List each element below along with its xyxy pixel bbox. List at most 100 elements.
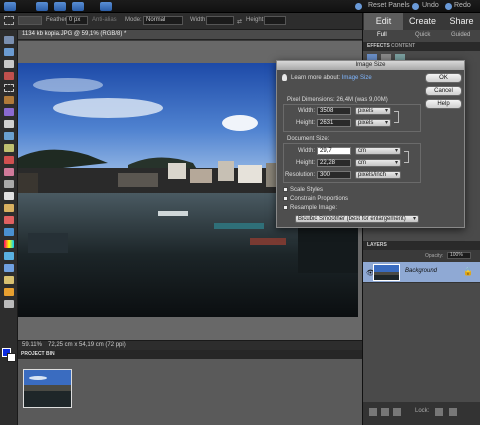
width-input[interactable]: [206, 16, 234, 25]
ok-button[interactable]: OK: [425, 73, 462, 83]
help-button[interactable]: Help: [425, 99, 462, 109]
layers-toolbar: Opacity: 100%: [363, 250, 480, 262]
selection-mode-icon[interactable]: [18, 16, 42, 25]
background-color-swatch[interactable]: [7, 353, 16, 362]
doc-width-input[interactable]: 29,7: [317, 147, 351, 155]
crop-tool-icon[interactable]: [4, 132, 14, 140]
eraser-tool-icon[interactable]: [4, 216, 14, 224]
learn-more-link[interactable]: Image Size: [342, 75, 372, 81]
height-input[interactable]: [264, 16, 286, 25]
undo-icon[interactable]: [412, 3, 419, 10]
swap-icon[interactable]: ⇄: [237, 18, 242, 25]
tab-share[interactable]: Share: [442, 13, 480, 30]
tab-create[interactable]: Create: [403, 13, 442, 30]
width-label: Width:: [190, 17, 208, 23]
mode-select[interactable]: Normal: [143, 16, 183, 25]
window-icon[interactable]: [100, 2, 112, 11]
layers-list: 👁 Background 🔒: [363, 262, 480, 402]
antialias-checkbox[interactable]: Anti-alias: [92, 17, 117, 23]
marquee-icon[interactable]: [4, 16, 14, 25]
recompose-tool-icon[interactable]: [4, 144, 14, 152]
undo-button[interactable]: Undo: [422, 2, 439, 9]
redo-button[interactable]: Redo: [454, 2, 471, 9]
opacity-label: Opacity:: [425, 253, 444, 259]
new-layer-icon[interactable]: [369, 408, 377, 416]
clone-stamp-tool-icon[interactable]: [4, 180, 14, 188]
scale-styles-check[interactable]: [283, 187, 288, 192]
pixel-height-input[interactable]: 2631: [317, 119, 351, 127]
sponge-tool-icon[interactable]: [4, 276, 14, 284]
paint-bucket-tool-icon[interactable]: [4, 228, 14, 236]
tab-guided[interactable]: Guided: [451, 32, 470, 38]
pixel-height-label: Height:: [295, 120, 315, 126]
home-icon[interactable]: [4, 2, 16, 11]
document-dimensions: 72,25 cm x 54,19 cm (72 ppi): [48, 342, 126, 348]
feather-label: Feather:: [46, 17, 69, 23]
shape-tool-icon[interactable]: [4, 252, 14, 260]
gradient-tool-icon[interactable]: [4, 240, 14, 248]
resample-method-select[interactable]: Bicubic Smoother (best for enlargement): [295, 215, 419, 223]
redo-icon[interactable]: [445, 3, 452, 10]
eyedropper-tool-icon[interactable]: [4, 72, 14, 80]
reset-panels-icon[interactable]: [355, 3, 362, 10]
lock-transparency-icon[interactable]: [435, 408, 443, 416]
document-tab[interactable]: 1134 kb kopia.JPG @ 59,1% (RGB/8) *: [18, 30, 362, 40]
constrain-proportions-checkbox[interactable]: Constrain Proportions: [283, 196, 348, 202]
blur-tool-icon[interactable]: [4, 264, 14, 272]
doc-width-unit-select[interactable]: cm: [355, 147, 401, 155]
lasso-tool-icon[interactable]: [4, 96, 14, 104]
type-tool-icon[interactable]: [4, 120, 14, 128]
pencil-tool-icon[interactable]: [4, 192, 14, 200]
resample-image-check[interactable]: [283, 205, 288, 210]
pixel-width-input[interactable]: 3508: [317, 107, 351, 115]
dialog-titlebar[interactable]: Image Size: [277, 61, 464, 70]
cancel-button[interactable]: Cancel: [425, 86, 462, 96]
pixel-link-icon: [394, 111, 399, 123]
project-bin-header[interactable]: PROJECT BIN: [18, 350, 362, 359]
brush-tool-icon[interactable]: [4, 204, 14, 212]
panel-tabs: EFFECTS CONTENT: [363, 42, 480, 51]
new-adjustment-layer-icon[interactable]: [381, 408, 389, 416]
edit-sub-tabs: Full Quick Guided: [363, 30, 480, 42]
constrain-proportions-check[interactable]: [283, 196, 288, 201]
lightbulb-icon: [282, 74, 287, 81]
zoom-level[interactable]: 59.11%: [22, 342, 42, 348]
smudge-tool-icon[interactable]: [4, 288, 14, 296]
mode-label: Mode:: [125, 17, 142, 23]
lock-all-icon[interactable]: [449, 408, 457, 416]
opacity-input[interactable]: 100%: [447, 252, 471, 259]
reset-panels-button[interactable]: Reset Panels: [368, 2, 410, 9]
tab-content[interactable]: CONTENT: [391, 43, 415, 49]
layers-panel-header[interactable]: LAYERS: [363, 241, 480, 250]
quick-selection-tool-icon[interactable]: [4, 108, 14, 116]
pixel-width-unit-select[interactable]: pixels: [355, 107, 391, 115]
tab-effects[interactable]: EFFECTS: [367, 43, 390, 49]
hand-tool-icon[interactable]: [4, 60, 14, 68]
feather-input[interactable]: 0 px: [66, 16, 88, 25]
resample-image-checkbox[interactable]: Resample Image:: [283, 205, 337, 211]
organizer-icon[interactable]: [36, 2, 48, 11]
scale-styles-checkbox[interactable]: Scale Styles: [283, 187, 323, 193]
file-icon[interactable]: [54, 2, 66, 11]
straighten-tool-icon[interactable]: [4, 300, 14, 308]
layer-row-background[interactable]: 👁 Background 🔒: [363, 262, 480, 283]
pixel-height-unit-select[interactable]: pixels: [355, 119, 391, 127]
tab-full[interactable]: Full: [377, 32, 387, 38]
resolution-label: Resolution:: [284, 172, 315, 178]
project-bin-title: PROJECT BIN: [21, 351, 55, 357]
doc-height-input[interactable]: 22,28: [317, 159, 351, 167]
project-bin-thumbnail[interactable]: [23, 369, 72, 408]
tab-quick[interactable]: Quick: [415, 32, 430, 38]
doc-height-unit-select[interactable]: cm: [355, 159, 401, 167]
resolution-input[interactable]: 300: [317, 171, 351, 179]
delete-layer-icon[interactable]: [393, 408, 401, 416]
tab-edit[interactable]: Edit: [364, 13, 403, 30]
thumbnail-image: [24, 370, 71, 407]
red-eye-tool-icon[interactable]: [4, 156, 14, 164]
zoom-tool-icon[interactable]: [4, 48, 14, 56]
spot-healing-tool-icon[interactable]: [4, 168, 14, 176]
marquee-tool-icon[interactable]: [4, 84, 14, 92]
resolution-unit-select[interactable]: pixels/inch: [355, 171, 401, 179]
adjust-icon[interactable]: [72, 2, 84, 11]
move-tool-icon[interactable]: [4, 36, 14, 44]
